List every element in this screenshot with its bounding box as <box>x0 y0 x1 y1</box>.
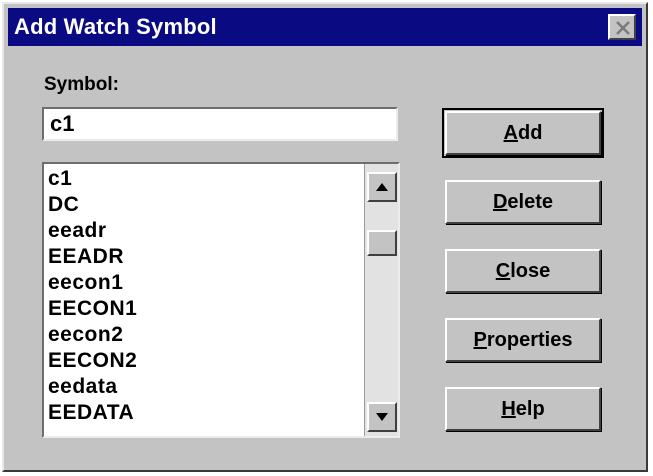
list-item[interactable]: EECON1 <box>48 296 362 322</box>
dialog-title: Add Watch Symbol <box>14 14 217 39</box>
symbol-input[interactable]: c1 <box>42 107 398 141</box>
close-button[interactable]: Close <box>445 249 601 293</box>
symbol-list-items: c1 DC eeadr EEADR eecon1 EECON1 eecon2 E… <box>48 166 362 426</box>
list-item[interactable]: eedata <box>48 374 362 400</box>
title-bar[interactable]: Add Watch Symbol <box>8 8 642 46</box>
scroll-thumb[interactable] <box>367 230 397 256</box>
add-mnemonic: A <box>503 122 518 144</box>
close-x-icon <box>616 21 630 35</box>
scroll-down-button[interactable] <box>367 402 397 432</box>
delete-mnemonic: D <box>492 191 508 213</box>
vertical-scrollbar[interactable] <box>364 164 398 436</box>
properties-button[interactable]: Properties <box>445 318 601 362</box>
add-watch-symbol-dialog: Add Watch Symbol Symbol: c1 c1 DC eeadr … <box>2 2 648 472</box>
list-item[interactable]: DC <box>48 192 362 218</box>
list-item[interactable]: eecon1 <box>48 270 362 296</box>
properties-label-rest: roperties <box>486 329 573 351</box>
help-mnemonic: H <box>501 398 516 420</box>
list-item[interactable]: EEDATA <box>48 400 362 426</box>
help-label-rest: elp <box>515 398 545 420</box>
add-button[interactable]: Add <box>442 108 604 158</box>
triangle-up-icon <box>376 183 388 191</box>
list-item[interactable]: eecon2 <box>48 322 362 348</box>
list-item[interactable]: EECON2 <box>48 348 362 374</box>
delete-label-rest: elete <box>507 191 554 213</box>
add-label-rest: dd <box>518 122 543 144</box>
close-mnemonic: C <box>495 260 511 282</box>
symbol-label: Symbol: <box>44 74 119 95</box>
delete-button[interactable]: Delete <box>445 180 601 224</box>
close-label-rest: lose <box>510 260 551 282</box>
list-item[interactable]: EEADR <box>48 244 362 270</box>
symbol-listbox[interactable]: c1 DC eeadr EEADR eecon1 EECON1 eecon2 E… <box>42 162 400 438</box>
list-item[interactable]: eeadr <box>48 218 362 244</box>
list-item[interactable]: c1 <box>48 166 362 192</box>
properties-mnemonic: P <box>473 329 487 351</box>
scroll-up-button[interactable] <box>367 172 397 202</box>
title-close-button[interactable] <box>608 14 636 40</box>
triangle-down-icon <box>376 413 388 421</box>
help-button[interactable]: Help <box>445 387 601 431</box>
